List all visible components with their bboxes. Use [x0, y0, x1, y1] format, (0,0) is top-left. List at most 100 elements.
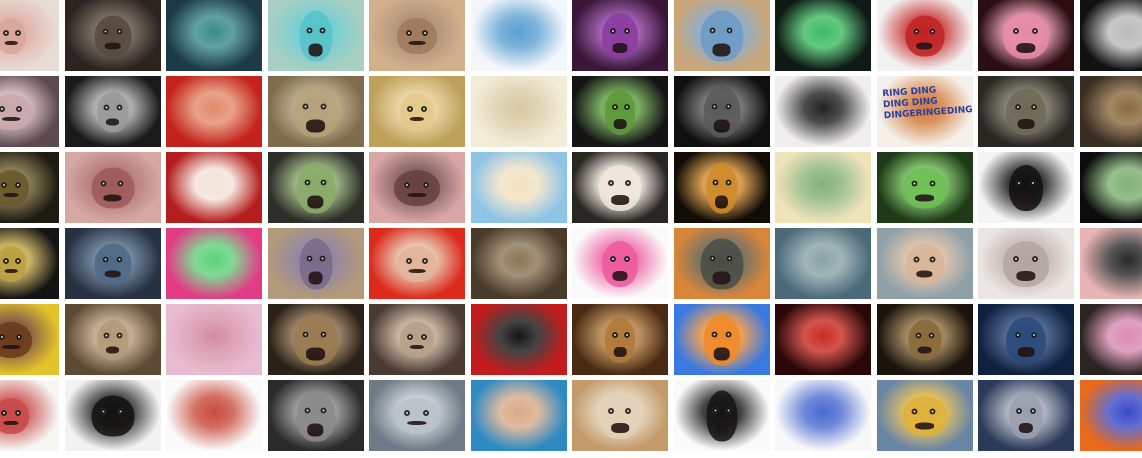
gallery-thumbnail-tentacle-beast-grey[interactable]	[369, 304, 465, 375]
eye-shape	[100, 180, 107, 187]
mouth-shape	[1018, 194, 1034, 205]
gallery-thumbnail-white-mask-dots[interactable]	[572, 152, 668, 223]
gallery-thumbnail-ring-ding-fox-comic[interactable]: RING DING DING DING DINGERINGEDING!	[876, 76, 973, 147]
gallery-thumbnail-dark-moon-head[interactable]	[673, 76, 770, 147]
gallery-thumbnail-pink-octopus-silhouette[interactable]	[1079, 228, 1142, 299]
gallery-thumbnail-red-haired-woman[interactable]	[166, 76, 262, 147]
gallery-thumbnail-orange-fish-monster[interactable]	[673, 228, 770, 299]
mouth-shape	[104, 270, 121, 278]
face-shape	[299, 238, 332, 289]
eye-shape	[404, 409, 411, 416]
gallery-thumbnail-neon-green-faces[interactable]	[775, 0, 871, 71]
gallery-thumbnail-yellow-screaming-face[interactable]	[369, 76, 465, 147]
gallery-thumbnail-pale-face-closeup[interactable]	[0, 0, 59, 71]
gallery-thumbnail-brown-body-pile[interactable]	[572, 304, 668, 375]
eye-shape	[320, 103, 327, 110]
gallery-thumbnail-dark-grim-face[interactable]	[978, 76, 1074, 147]
face-shape	[394, 169, 440, 206]
gallery-thumbnail-green-smoke-face[interactable]	[876, 152, 973, 223]
gallery-thumbnail-pink-sketch-beast[interactable]	[369, 152, 465, 223]
gallery-thumbnail-red-beaked-creature[interactable]	[876, 0, 973, 71]
gallery-thumbnail-green-portrait-man[interactable]	[267, 152, 364, 223]
gallery-thumbnail-crawling-figures-sketch[interactable]	[369, 0, 465, 71]
face-shape	[1009, 392, 1043, 439]
gallery-thumbnail-ink-splatter-beast[interactable]	[673, 380, 770, 451]
gallery-thumbnail-sepia-sketch-face[interactable]	[267, 76, 364, 147]
gallery-thumbnail-fire-head-dark[interactable]	[673, 152, 770, 223]
gallery-thumbnail-rainbow-grin-face[interactable]	[166, 228, 262, 299]
thumbnail-artwork	[1079, 228, 1142, 299]
gallery-thumbnail-green-baby-head[interactable]	[1079, 152, 1142, 223]
gallery-thumbnail-brass-steampunk[interactable]	[1079, 76, 1142, 147]
gallery-thumbnail-red-glowing-face[interactable]	[775, 304, 871, 375]
mouth-shape	[105, 118, 120, 126]
eye-shape	[306, 27, 313, 34]
thumbnail-artwork	[470, 380, 567, 451]
gallery-thumbnail-pink-twins-room[interactable]	[166, 304, 262, 375]
thumbnail-artwork	[166, 76, 262, 147]
gallery-thumbnail-blue-hands-face[interactable]	[1079, 380, 1142, 451]
gallery-thumbnail-yellow-eye-closeup[interactable]	[0, 228, 59, 299]
gallery-thumbnail-red-bg-tiny-head[interactable]	[369, 228, 465, 299]
thumbnail-artwork	[470, 0, 567, 71]
gallery-thumbnail-grey-haired-woman[interactable]	[369, 380, 465, 451]
gallery-thumbnail-blue-line-creature[interactable]	[470, 0, 567, 71]
mouth-shape	[409, 117, 425, 122]
gallery-thumbnail-white-flower-sketch[interactable]	[0, 380, 59, 451]
gallery-thumbnail-purple-monster-mouth[interactable]	[572, 0, 668, 71]
thumbnail-artwork	[775, 152, 871, 223]
gallery-thumbnail-giant-eyeball-rainbow[interactable]	[470, 76, 567, 147]
image-gallery-grid: RING DING DING DING DINGERINGEDING!	[0, 0, 1142, 451]
gallery-thumbnail-red-cat-mask[interactable]	[470, 304, 567, 375]
gallery-thumbnail-pink-cart-sketch[interactable]	[64, 152, 161, 223]
gallery-thumbnail-faceless-woman[interactable]	[876, 228, 973, 299]
gallery-thumbnail-grey-pink-smudge-face[interactable]	[0, 76, 59, 147]
gallery-thumbnail-pink-robot[interactable]	[978, 0, 1074, 71]
gallery-thumbnail-bw-hanging-figure[interactable]	[64, 380, 161, 451]
gallery-thumbnail-dark-figure-portrait[interactable]	[64, 0, 161, 71]
gallery-thumbnail-rainbow-vomit-cartoon[interactable]	[572, 228, 668, 299]
gallery-thumbnail-blue-line-robot[interactable]	[775, 380, 871, 451]
gallery-thumbnail-pale-ghost-sketch[interactable]	[978, 228, 1074, 299]
gallery-thumbnail-figure-in-desert[interactable]	[673, 0, 770, 71]
mouth-shape	[3, 193, 19, 198]
gallery-thumbnail-cartoon-fish-doodle[interactable]	[166, 380, 262, 451]
gallery-thumbnail-teal-face[interactable]	[166, 0, 262, 71]
gallery-thumbnail-blue-night-crowd[interactable]	[64, 228, 161, 299]
gallery-thumbnail-old-wrinkled-face[interactable]	[64, 304, 161, 375]
gallery-thumbnail-red-mushroom-faces[interactable]	[166, 152, 262, 223]
gallery-thumbnail-green-creature-machine[interactable]	[267, 0, 364, 71]
gallery-thumbnail-bw-skull-pile[interactable]	[267, 380, 364, 451]
gallery-thumbnail-rainbow-screaming-face[interactable]	[673, 304, 770, 375]
gallery-thumbnail-skull-spine[interactable]	[572, 380, 668, 451]
gallery-thumbnail-green-hulk-figure[interactable]	[572, 76, 668, 147]
eye-shape	[103, 332, 110, 339]
gallery-thumbnail-tan-diver-figure[interactable]	[267, 228, 364, 299]
eye-shape	[16, 105, 23, 112]
gallery-thumbnail-bird-cartoon-blue[interactable]	[876, 380, 973, 451]
mouth-shape	[1016, 42, 1036, 53]
gallery-thumbnail-blue-misty-figures[interactable]	[775, 228, 871, 299]
gallery-thumbnail-woman-big-eyes[interactable]	[267, 304, 364, 375]
eye-shape	[407, 333, 414, 340]
gallery-thumbnail-bw-mechanical-sketch[interactable]	[1079, 0, 1142, 71]
gallery-thumbnail-steampunk-skull[interactable]	[876, 304, 973, 375]
gallery-thumbnail-grey-fish-head[interactable]	[978, 380, 1074, 451]
gallery-thumbnail-bald-punk-face[interactable]	[470, 380, 567, 451]
mouth-shape	[306, 119, 325, 133]
eye-shape	[725, 103, 732, 110]
gallery-thumbnail-dark-swamp-creature[interactable]	[0, 152, 59, 223]
gallery-thumbnail-blue-forest-figure[interactable]	[978, 304, 1074, 375]
face-shape	[703, 314, 740, 365]
gallery-thumbnail-yellow-hat-medusa[interactable]	[775, 152, 871, 223]
gallery-thumbnail-pink-dancing-skeleton[interactable]	[1079, 304, 1142, 375]
gallery-thumbnail-crawling-figure-bw[interactable]	[978, 152, 1074, 223]
gallery-thumbnail-zombie-face-bw[interactable]	[775, 76, 871, 147]
gallery-thumbnail-scream-dark-mouth[interactable]	[470, 228, 567, 299]
face-shape	[703, 86, 740, 137]
gallery-thumbnail-yellow-striped-creature[interactable]	[0, 304, 59, 375]
eye-shape	[117, 408, 124, 415]
mouth-shape	[105, 346, 120, 354]
gallery-thumbnail-bw-smeared-face[interactable]	[64, 76, 161, 147]
gallery-thumbnail-chihuahua-sky[interactable]	[470, 152, 567, 223]
